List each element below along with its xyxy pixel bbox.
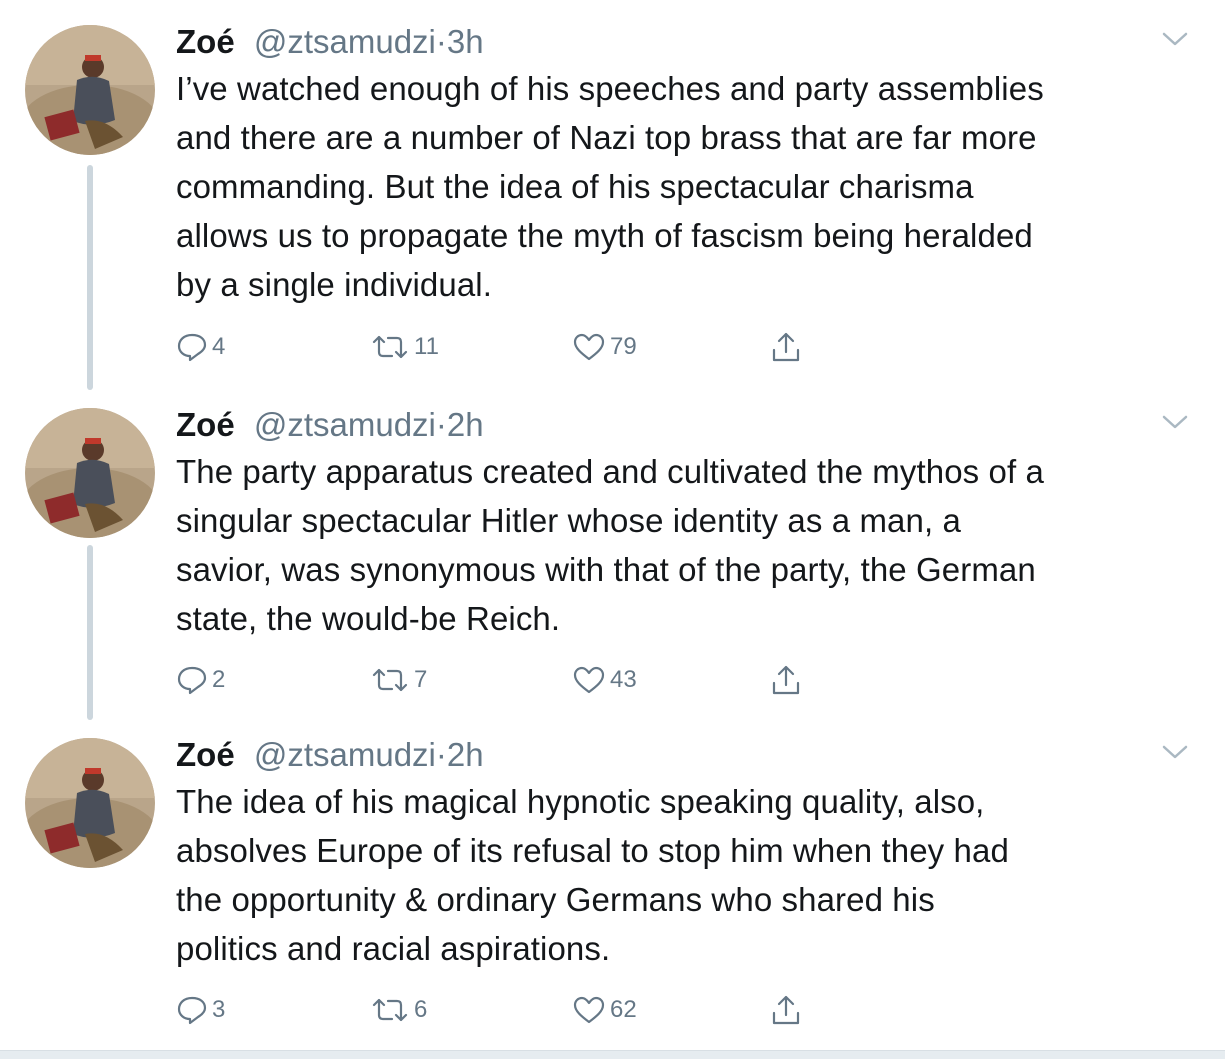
tweet-text-line: singular spectacular Hitler whose identi… — [176, 502, 961, 539]
reply-icon — [176, 995, 208, 1025]
like-button[interactable]: 43 — [572, 663, 637, 697]
tweet-text-line: I’ve watched enough of his speeches and … — [176, 70, 1044, 107]
retweet-button[interactable]: 6 — [370, 993, 427, 1027]
tweet-actions: 4 11 79 — [176, 330, 876, 364]
display-name[interactable]: Zoé — [176, 23, 235, 60]
like-count: 62 — [610, 996, 637, 1023]
reply-button[interactable]: 3 — [176, 993, 225, 1027]
reply-icon — [176, 665, 208, 695]
tweet-text-line: The idea of his magical hypnotic speakin… — [176, 783, 985, 820]
like-button[interactable]: 62 — [572, 993, 637, 1027]
tweet-text: I’ve watched enough of his speeches and … — [176, 64, 1196, 309]
tweet-text-line: by a single individual. — [176, 266, 492, 303]
tweet[interactable]: Zoé @ztsamudzi·3h I’ve watched enough of… — [0, 20, 1225, 390]
tweet[interactable]: Zoé @ztsamudzi·2h The party apparatus cr… — [0, 403, 1225, 723]
share-icon — [770, 330, 802, 364]
reply-count: 3 — [212, 996, 226, 1023]
share-button[interactable] — [770, 330, 802, 364]
retweet-count: 7 — [414, 666, 428, 693]
retweet-icon — [370, 995, 410, 1025]
user-handle[interactable]: @ztsamudzi — [254, 23, 436, 60]
tweet-header: Zoé @ztsamudzi·3h — [176, 20, 484, 64]
retweet-count: 6 — [414, 996, 428, 1023]
tweet[interactable]: Zoé @ztsamudzi·2h The idea of his magica… — [0, 733, 1225, 1043]
tweet-text-line: The party apparatus created and cultivat… — [176, 453, 1044, 490]
reply-count: 2 — [212, 666, 226, 693]
thread-line — [87, 165, 93, 390]
tweet-text-line: absolves Europe of its refusal to stop h… — [176, 832, 1009, 869]
tweet-text-line: savior, was synonymous with that of the … — [176, 551, 1036, 588]
separator-dot: · — [435, 23, 447, 60]
share-icon — [770, 993, 802, 1027]
heart-icon — [572, 665, 606, 695]
tweet-header: Zoé @ztsamudzi·2h — [176, 733, 484, 777]
tweet-actions: 3 6 62 — [176, 993, 876, 1027]
heart-icon — [572, 995, 606, 1025]
timestamp[interactable]: 3h — [447, 23, 484, 60]
share-button[interactable] — [770, 663, 802, 697]
retweet-button[interactable]: 7 — [370, 663, 427, 697]
share-button[interactable] — [770, 993, 802, 1027]
tweet-actions: 2 7 43 — [176, 663, 876, 697]
user-handle[interactable]: @ztsamudzi — [254, 736, 436, 773]
heart-icon — [572, 332, 606, 362]
retweet-icon — [370, 665, 410, 695]
avatar[interactable] — [25, 25, 155, 155]
avatar[interactable] — [25, 738, 155, 868]
like-button[interactable]: 79 — [572, 330, 637, 364]
reply-count: 4 — [212, 333, 226, 360]
separator-dot: · — [435, 406, 447, 443]
display-name[interactable]: Zoé — [176, 406, 235, 443]
tweet-text: The party apparatus created and cultivat… — [176, 447, 1196, 643]
retweet-icon — [370, 332, 410, 362]
display-name[interactable]: Zoé — [176, 736, 235, 773]
chevron-down-icon[interactable] — [1160, 411, 1190, 433]
tweet-text: The idea of his magical hypnotic speakin… — [176, 777, 1196, 973]
thread-line — [87, 545, 93, 720]
tweet-text-line: allows us to propagate the myth of fasci… — [176, 217, 1033, 254]
tweet-text-line: and there are a number of Nazi top brass… — [176, 119, 1037, 156]
reply-button[interactable]: 2 — [176, 663, 225, 697]
chevron-down-icon[interactable] — [1160, 741, 1190, 763]
reply-icon — [176, 332, 208, 362]
share-icon — [770, 663, 802, 697]
retweet-button[interactable]: 11 — [370, 330, 439, 364]
tweet-text-line: state, the would-be Reich. — [176, 600, 561, 637]
like-count: 43 — [610, 666, 637, 693]
timestamp[interactable]: 2h — [447, 406, 484, 443]
tweet-header: Zoé @ztsamudzi·2h — [176, 403, 484, 447]
separator-dot: · — [435, 736, 447, 773]
reply-button[interactable]: 4 — [176, 330, 225, 364]
user-handle[interactable]: @ztsamudzi — [254, 406, 436, 443]
retweet-count: 11 — [414, 333, 439, 360]
chevron-down-icon[interactable] — [1160, 28, 1190, 50]
timestamp[interactable]: 2h — [447, 736, 484, 773]
tweet-text-line: politics and racial aspirations. — [176, 930, 611, 967]
like-count: 79 — [610, 333, 637, 360]
tweet-text-line: the opportunity & ordinary Germans who s… — [176, 881, 935, 918]
avatar[interactable] — [25, 408, 155, 538]
tweet-text-line: commanding. But the idea of his spectacu… — [176, 168, 974, 205]
